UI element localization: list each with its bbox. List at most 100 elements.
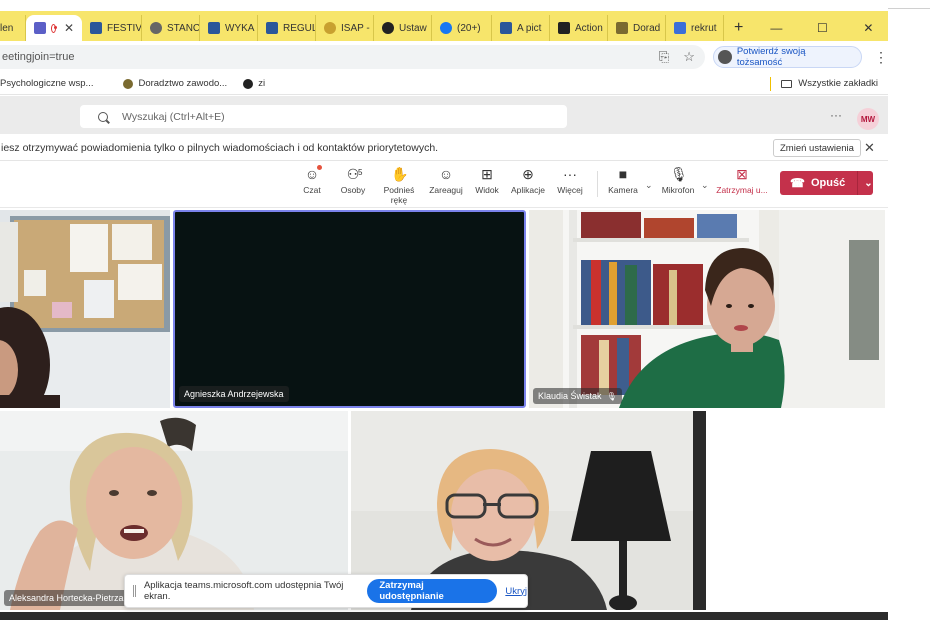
all-bookmarks[interactable]: Wszystkie zakładki [770, 76, 888, 91]
change-settings-button[interactable]: Zmień ustawienia [773, 139, 861, 157]
search-input[interactable]: Wyszukaj (Ctrl+Alt+E) [80, 105, 567, 128]
drag-handle[interactable] [133, 585, 136, 597]
url-field[interactable]: eetingjoin=true ⎘ ☆ [0, 45, 705, 69]
bookmark-zi[interactable]: zi [243, 78, 265, 89]
react-button[interactable]: ☺ Zareaguj [428, 166, 464, 195]
close-window-button[interactable]: ✕ [845, 21, 888, 35]
more-icon: ··· [563, 166, 577, 182]
more-options-icon[interactable]: ··· [830, 108, 842, 122]
tab-label: REGUL [283, 22, 316, 34]
tab-0[interactable]: len [0, 15, 26, 41]
tab-label: rekrut [691, 22, 717, 34]
bookmark-label: Doradztwo zawodo... [138, 78, 228, 89]
participant-name-text: Klaudia Świstak [538, 391, 602, 401]
tab-5[interactable]: REGUL [258, 15, 316, 41]
participant-tile-2[interactable]: Agnieszka Andrzejewska [173, 210, 526, 408]
crown-icon [616, 22, 628, 34]
view-button[interactable]: ⊞ Widok [474, 166, 500, 195]
browser-menu-icon[interactable]: ⋮ [874, 49, 888, 66]
tab-3[interactable]: STANC [142, 15, 200, 41]
mic-options-chevron-icon[interactable]: ⌄ [701, 180, 709, 191]
bookmark-doradztwo[interactable]: Doradztwo zawodo... [123, 78, 227, 89]
close-notification-icon[interactable]: ✕ [864, 140, 875, 156]
tab-label: Ustaw [399, 22, 427, 34]
word-icon [90, 22, 102, 34]
teams-icon [34, 22, 46, 34]
circle-icon [243, 78, 254, 89]
grid-view-icon: ⊞ [481, 166, 493, 182]
people-label: Osoby [340, 185, 366, 195]
tab-11[interactable]: Dorad [608, 15, 666, 41]
install-app-icon[interactable]: ⎘ [659, 49, 669, 65]
tab-label: WYKA [225, 22, 255, 34]
tab-label: STANC [167, 22, 200, 34]
avatar[interactable]: MW [857, 108, 879, 130]
react-label: Zareaguj [429, 185, 463, 195]
meeting-toolbar: ☺ Czat ⚇ 5 Osoby ✋ Podnieś rękę ☺ Zareagu… [0, 162, 888, 208]
circle-icon [382, 22, 394, 34]
add-apps-icon: ⊕ [522, 166, 534, 182]
close-tab-icon[interactable]: ✕ [64, 21, 74, 35]
participant-name: Aleksandra Hortecka-Pietrzak [4, 590, 134, 606]
people-button[interactable]: ⚇ 5 Osoby [338, 166, 368, 195]
star-icon[interactable]: ☆ [683, 49, 695, 65]
raise-hand-button[interactable]: ✋ Podnieś rękę [375, 166, 423, 205]
crown-icon [123, 78, 134, 89]
tab-label: (20+) [457, 22, 481, 34]
word-icon [208, 22, 220, 34]
leave-button[interactable]: ☎ Opuść ⌄ [780, 171, 873, 195]
chat-label: Czat [303, 185, 321, 195]
address-bar: eetingjoin=true ⎘ ☆ Potwierdź swoją tożs… [0, 41, 888, 73]
folder-icon [781, 79, 793, 88]
bookmark-psychologiczne[interactable]: Psychologiczne wsp... [0, 78, 93, 89]
tab-6[interactable]: ISAP - [316, 15, 374, 41]
participant-name: Agnieszka Andrzejewska [179, 386, 289, 402]
toolbar-divider [597, 171, 598, 197]
chat-button[interactable]: ☺ Czat [300, 165, 324, 195]
new-tab-button[interactable]: + [724, 15, 753, 41]
apps-button[interactable]: ⊕ Aplikacje [510, 166, 546, 195]
tab-10[interactable]: Action [550, 15, 608, 41]
tab-bar: len ✕ FESTIV STANC WYKA REGUL ISAP - Ust… [0, 11, 888, 41]
outside-window-area [888, 0, 930, 620]
apps-label: Aplikacje [510, 185, 546, 195]
tab-label: A pict [517, 22, 542, 34]
leave-label: Opuść [810, 177, 846, 189]
tab-teams-active[interactable]: ✕ [26, 15, 82, 41]
mic-muted-icon: 🎙 [606, 392, 617, 401]
tab-4[interactable]: WYKA [200, 15, 258, 41]
tab-12[interactable]: rekrut [666, 15, 724, 41]
action-icon [558, 22, 570, 34]
more-button[interactable]: ··· Więcej [556, 166, 584, 195]
tab-7[interactable]: Ustaw [374, 15, 432, 41]
video-grid: Agnieszka Andrzejewska Klaudia Świstak 🎙… [0, 208, 888, 620]
view-label: Widok [475, 185, 499, 195]
mic-button[interactable]: 🎙 Mikrofon [660, 166, 696, 195]
participant-name: Klaudia Świstak 🎙 [533, 388, 622, 404]
camera-button[interactable]: ■ Kamera [608, 166, 638, 195]
hide-banner-link[interactable]: Ukryj [505, 586, 527, 597]
stop-sharing-banner-button[interactable]: Zatrzymaj udostępnianie [367, 579, 498, 603]
teams-header: Wyszukaj (Ctrl+Alt+E) ··· [0, 96, 888, 134]
participant-tile-3[interactable]: Klaudia Świstak 🎙 [529, 210, 885, 408]
window-controls: — ☐ ✕ [753, 15, 888, 41]
bookmarks-bar: Psychologiczne wsp... Doradztwo zawodo..… [0, 73, 888, 95]
minimize-button[interactable]: — [753, 21, 799, 35]
participant-tile-1[interactable] [0, 210, 170, 408]
stop-share-icon: ⊠ [736, 166, 748, 182]
tab-8[interactable]: (20+) [432, 15, 492, 41]
camera-options-chevron-icon[interactable]: ⌄ [645, 180, 653, 191]
taskbar-strip [0, 612, 888, 620]
leave-options-chevron-icon[interactable]: ⌄ [864, 178, 872, 189]
camera-icon: ■ [618, 166, 628, 182]
phone-hangup-icon: ☎ [790, 176, 805, 190]
tab-2[interactable]: FESTIV [82, 15, 142, 41]
verify-identity-button[interactable]: Potwierdź swoją tożsamość [712, 46, 862, 68]
isap-icon [324, 22, 336, 34]
stop-sharing-button[interactable]: ⊠ Zatrzymaj u... [716, 166, 768, 195]
tab-label: FESTIV [107, 22, 142, 34]
tab-9[interactable]: A pict [492, 15, 550, 41]
maximize-button[interactable]: ☐ [799, 21, 845, 35]
search-icon [98, 111, 108, 122]
people-icon: ⚇ 5 [346, 166, 363, 182]
